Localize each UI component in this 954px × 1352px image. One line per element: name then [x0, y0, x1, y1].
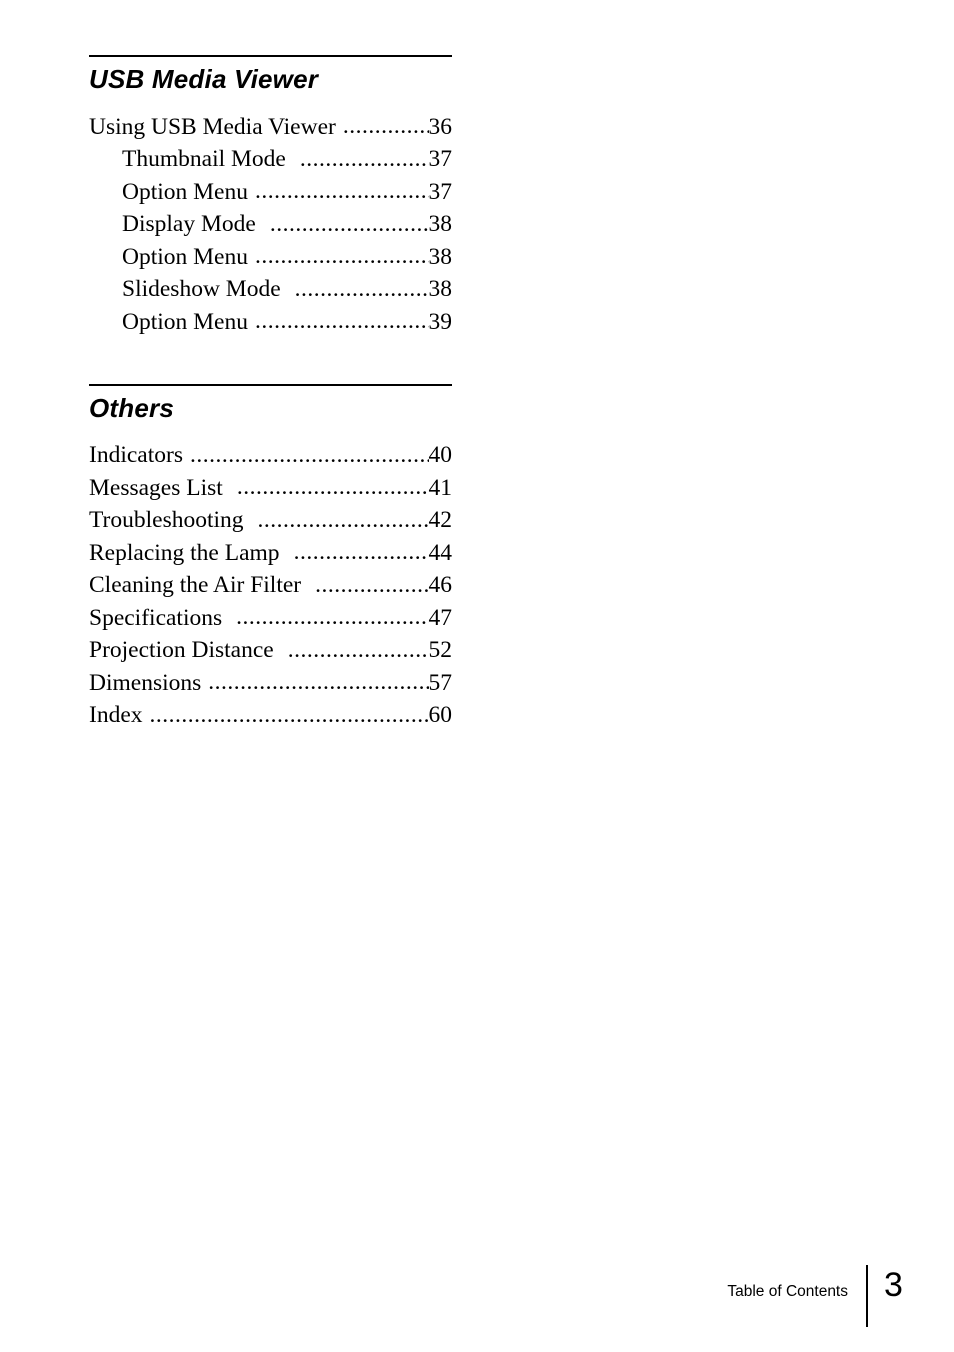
- toc-entry-page-number: 52: [428, 637, 453, 663]
- toc-entry[interactable]: Replacing the Lamp 44: [89, 536, 452, 569]
- toc-entry-label: Thumbnail Mode: [122, 146, 286, 172]
- toc-entry-label: Specifications: [89, 604, 223, 631]
- toc-entry-label: Indicators: [89, 442, 183, 468]
- toc-dot-leader: [150, 699, 429, 723]
- toc-entry-page-number: 42: [428, 507, 453, 533]
- toc-entry[interactable]: Display Mode 38: [89, 208, 452, 241]
- toc-entry-page-number: 40: [428, 442, 453, 468]
- toc-entry-page-number: 41: [428, 474, 453, 501]
- toc-dot-leader: [300, 143, 429, 167]
- toc-dot-leader: [236, 601, 428, 625]
- toc-dot-leader: [270, 208, 429, 232]
- toc-entry-list: Using USB Media Viewer 36 Thumbnail Mode…: [89, 110, 452, 338]
- toc-entry-label: Option Menu: [122, 308, 248, 335]
- toc-entry-label: Display Mode: [122, 211, 256, 237]
- section-divider-rule: [89, 55, 452, 57]
- toc-entry[interactable]: Messages List 41: [89, 471, 452, 504]
- toc-entry-list: Indicators 40 Messages List 41 Troublesh…: [89, 439, 452, 732]
- toc-entry[interactable]: Option Menu 37: [89, 175, 452, 208]
- toc-dot-leader: [343, 110, 429, 134]
- toc-entry-label: Option Menu: [122, 178, 248, 205]
- toc-dot-leader: [237, 471, 429, 495]
- toc-entry[interactable]: Option Menu 38: [89, 240, 452, 273]
- toc-dot-leader: [208, 666, 428, 690]
- toc-entry-label: Using USB Media Viewer: [89, 113, 336, 140]
- footer-page-number: 3: [884, 1266, 903, 1304]
- toc-section: USB Media Viewer Using USB Media Viewer …: [89, 55, 452, 338]
- toc-entry-page-number: 37: [428, 146, 453, 172]
- toc-entry-page-number: 47: [428, 604, 453, 631]
- toc-entry-page-number: 39: [428, 308, 453, 335]
- page-footer: Table of Contents 3: [727, 1260, 918, 1352]
- toc-entry-page-number: 44: [428, 539, 453, 566]
- toc-dot-leader: [288, 634, 429, 658]
- toc-entry-label: Option Menu: [122, 243, 248, 270]
- toc-entry-label: Troubleshooting: [89, 507, 244, 533]
- toc-entry-label: Index: [89, 702, 143, 728]
- toc-entry[interactable]: Using USB Media Viewer 36: [89, 110, 452, 143]
- toc-dot-leader: [255, 240, 429, 264]
- section-heading: Others: [89, 392, 175, 423]
- document-page: USB Media Viewer Using USB Media Viewer …: [0, 0, 954, 1352]
- toc-entry-label: Messages List: [89, 474, 223, 501]
- toc-dot-leader: [255, 175, 429, 199]
- toc-entry[interactable]: Index 60: [89, 699, 452, 732]
- toc-entry-label: Replacing the Lamp: [89, 539, 280, 566]
- toc-entry-page-number: 37: [428, 178, 453, 205]
- toc-entry[interactable]: Option Menu 39: [89, 305, 452, 338]
- toc-entry[interactable]: Slideshow Mode 38: [89, 273, 452, 306]
- section-divider-rule: [89, 383, 452, 386]
- toc-entry-page-number: 38: [428, 243, 453, 270]
- footer-section-label: Table of Contents: [727, 1283, 848, 1300]
- toc-entry-label: Projection Distance: [89, 637, 274, 663]
- toc-entry-page-number: 38: [428, 211, 453, 237]
- toc-entry[interactable]: Indicators 40: [89, 439, 452, 472]
- toc-entry[interactable]: Projection Distance 52: [89, 634, 452, 667]
- toc-entry[interactable]: Cleaning the Air Filter 46: [89, 569, 452, 602]
- toc-entry-label: Slideshow Mode: [122, 276, 281, 302]
- toc-entry-page-number: 46: [428, 572, 453, 598]
- table-of-contents-column: USB Media Viewer Using USB Media Viewer …: [89, 55, 452, 731]
- toc-entry[interactable]: Thumbnail Mode 37: [89, 143, 452, 176]
- toc-entry-page-number: 36: [428, 113, 453, 140]
- section-heading: USB Media Viewer: [89, 64, 319, 94]
- toc-dot-leader: [294, 536, 429, 560]
- toc-dot-leader: [190, 439, 429, 463]
- toc-entry-page-number: 60: [428, 702, 453, 728]
- toc-entry[interactable]: Dimensions 57: [89, 666, 452, 699]
- toc-entry-page-number: 57: [428, 669, 453, 696]
- toc-entry-label: Cleaning the Air Filter: [89, 572, 302, 598]
- toc-dot-leader: [255, 305, 429, 329]
- toc-dot-leader: [315, 569, 428, 593]
- toc-section: Others Indicators 40 Messages List 41 Tr…: [89, 383, 452, 732]
- toc-entry-label: Dimensions: [89, 669, 202, 696]
- toc-dot-leader: [258, 504, 429, 528]
- toc-entry-page-number: 38: [428, 276, 453, 302]
- toc-dot-leader: [295, 273, 429, 297]
- toc-entry[interactable]: Specifications 47: [89, 601, 452, 634]
- toc-entry[interactable]: Troubleshooting 42: [89, 504, 452, 537]
